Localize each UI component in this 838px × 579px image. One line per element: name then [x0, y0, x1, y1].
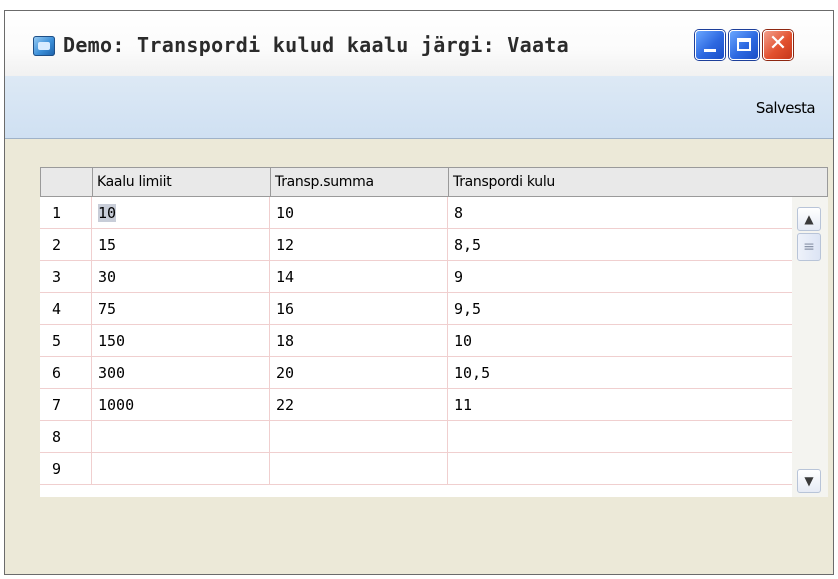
cell-transp-summa[interactable] [270, 453, 448, 485]
scroll-up-icon[interactable]: ▲ [797, 207, 821, 231]
cell-transpordi-kulu[interactable]: 9 [448, 261, 794, 293]
row-number: 5 [40, 325, 92, 357]
cell-kaalu-limiit[interactable]: 1000 [92, 389, 270, 421]
cell-transp-summa[interactable]: 10 [270, 197, 448, 229]
cell-kaalu-limiit[interactable]: 10 [92, 197, 270, 229]
cell-transpordi-kulu[interactable]: 10 [448, 325, 794, 357]
row-number: 7 [40, 389, 92, 421]
cell-transpordi-kulu[interactable]: 8 [448, 197, 794, 229]
minimize-button[interactable] [695, 30, 725, 60]
title-bar[interactable]: Demo: Transpordi kulud kaalu järgi: Vaat… [5, 11, 833, 76]
row-number: 1 [40, 197, 92, 229]
cell-transp-summa[interactable]: 22 [270, 389, 448, 421]
row-number: 4 [40, 293, 92, 325]
cell-transp-summa[interactable]: 16 [270, 293, 448, 325]
maximize-icon [737, 38, 751, 51]
cell-transpordi-kulu[interactable]: 11 [448, 389, 794, 421]
table-row: 9 [40, 453, 794, 485]
cell-kaalu-limiit[interactable] [92, 453, 270, 485]
data-grid: Kaalu limiit Transp.summa Transpordi kul… [40, 167, 828, 497]
minimize-icon [704, 49, 716, 52]
maximize-button[interactable] [729, 30, 759, 60]
cell-transp-summa[interactable] [270, 421, 448, 453]
scroll-down-icon[interactable]: ▼ [797, 469, 821, 493]
scroll-thumb[interactable]: ≡ [797, 233, 821, 261]
cell-transpordi-kulu[interactable]: 9,5 [448, 293, 794, 325]
cell-transp-summa[interactable]: 12 [270, 229, 448, 261]
window-title: Demo: Transpordi kulud kaalu järgi: Vaat… [63, 33, 569, 57]
column-header-transpordi-kulu[interactable]: Transpordi kulu [449, 168, 795, 196]
desktop-strip [0, 0, 838, 10]
cell-kaalu-limiit[interactable] [92, 421, 270, 453]
app-window-icon [33, 36, 55, 56]
row-number: 3 [40, 261, 92, 293]
cell-transpordi-kulu[interactable]: 8,5 [448, 229, 794, 261]
table-row: 4 75 16 9,5 [40, 293, 794, 325]
table-row: 3 30 14 9 [40, 261, 794, 293]
app-window: Demo: Transpordi kulud kaalu järgi: Vaat… [4, 10, 834, 575]
row-number: 6 [40, 357, 92, 389]
grid-header: Kaalu limiit Transp.summa Transpordi kul… [40, 167, 828, 197]
cell-kaalu-limiit[interactable]: 300 [92, 357, 270, 389]
table-row: 7 1000 22 11 [40, 389, 794, 421]
cell-kaalu-limiit[interactable]: 30 [92, 261, 270, 293]
column-header-transp-summa[interactable]: Transp.summa [271, 168, 449, 196]
cell-transp-summa[interactable]: 20 [270, 357, 448, 389]
toolbar: Salvesta [5, 76, 833, 139]
table-row: 2 15 12 8,5 [40, 229, 794, 261]
table-row: 1 10 10 8 [40, 197, 794, 229]
close-button[interactable]: ✕ [763, 30, 793, 60]
table-row: 8 [40, 421, 794, 453]
row-number: 9 [40, 453, 92, 485]
row-number-header [41, 168, 93, 196]
close-icon: ✕ [768, 31, 788, 56]
cell-transp-summa[interactable]: 18 [270, 325, 448, 357]
table-row: 6 300 20 10,5 [40, 357, 794, 389]
row-number: 2 [40, 229, 92, 261]
cell-transp-summa[interactable]: 14 [270, 261, 448, 293]
cell-transpordi-kulu[interactable] [448, 421, 794, 453]
cell-transpordi-kulu[interactable]: 10,5 [448, 357, 794, 389]
cell-kaalu-limiit[interactable]: 150 [92, 325, 270, 357]
row-number: 8 [40, 421, 92, 453]
save-button[interactable]: Salvesta [752, 97, 819, 119]
selected-cell-text: 10 [98, 204, 117, 222]
column-header-kaalu-limiit[interactable]: Kaalu limiit [93, 168, 271, 196]
vertical-scrollbar[interactable]: ▲ ≡ ▼ [792, 197, 828, 497]
cell-kaalu-limiit[interactable]: 15 [92, 229, 270, 261]
cell-transpordi-kulu[interactable] [448, 453, 794, 485]
cell-kaalu-limiit[interactable]: 75 [92, 293, 270, 325]
table-row: 5 150 18 10 [40, 325, 794, 357]
